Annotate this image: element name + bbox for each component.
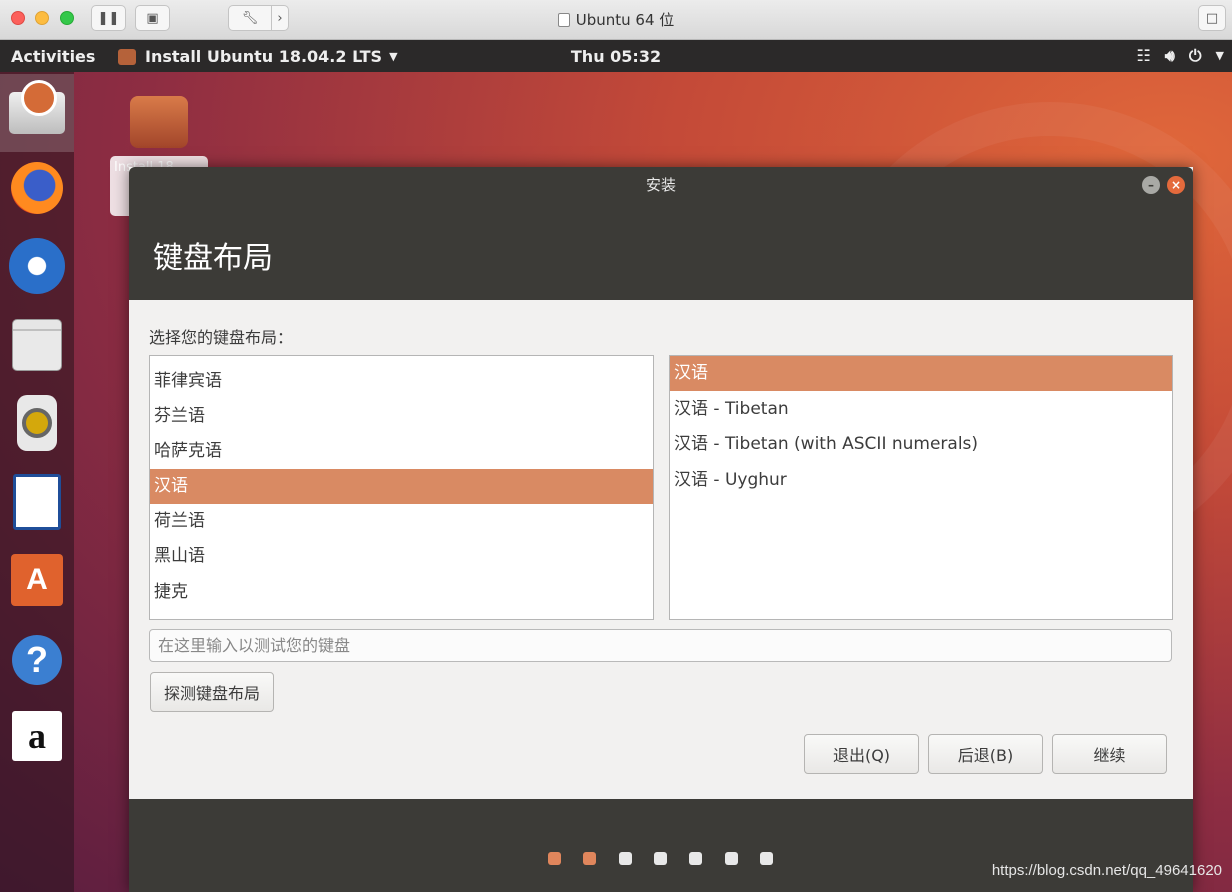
dock-rhythmbox[interactable]: [9, 395, 65, 451]
progress-dot: [583, 852, 596, 865]
progress-dot: [619, 852, 632, 865]
variant-row-selected[interactable]: 汉语: [670, 356, 1172, 391]
thunderbird-icon: [9, 238, 65, 294]
host-titlebar: ❚❚ ▣ 🔧︎ › Ubuntu 64 位 □: [0, 0, 1232, 40]
help-icon: ?: [12, 635, 62, 685]
clock[interactable]: Thu 05:32: [0, 47, 1232, 66]
page-header: 键盘布局: [129, 203, 1193, 300]
progress-dot: [725, 852, 738, 865]
power-icon: ⏻︎: [1188, 46, 1202, 65]
software-center-icon: A: [11, 554, 63, 606]
installer-icon: [130, 96, 188, 148]
window-title: 安装: [645, 176, 676, 194]
progress-dot: [760, 852, 773, 865]
dock-files[interactable]: [9, 317, 65, 373]
progress-dot: [689, 852, 702, 865]
quit-button[interactable]: 退出(Q): [804, 734, 919, 774]
minimize-button[interactable]: –: [1142, 176, 1160, 194]
variant-list[interactable]: 汉语 汉语 - Tibetan 汉语 - Tibetan (with ASCII…: [669, 355, 1173, 620]
minimize-icon: –: [1148, 178, 1154, 192]
layout-row[interactable]: 捷克: [150, 575, 653, 610]
close-button[interactable]: ×: [1167, 176, 1185, 194]
rhythmbox-icon: [17, 395, 57, 451]
back-button[interactable]: 后退(B): [928, 734, 1043, 774]
layout-row-selected[interactable]: 汉语: [150, 469, 653, 504]
host-window-title: Ubuntu 64 位: [0, 9, 1232, 30]
firefox-icon: [11, 162, 63, 214]
dock: A ? a: [0, 72, 74, 892]
layout-row[interactable]: 黑山语: [150, 539, 653, 574]
watermark: https://blog.csdn.net/qq_49641620: [991, 862, 1222, 879]
amazon-icon: a: [12, 711, 62, 761]
volume-icon: 🔊︎: [1164, 46, 1175, 65]
detect-layout-button[interactable]: 探测键盘布局: [150, 672, 274, 712]
dock-software-center[interactable]: A: [9, 552, 65, 608]
progress-dot: [654, 852, 667, 865]
close-icon: ×: [1170, 178, 1182, 192]
keyboard-test-input[interactable]: [149, 629, 1172, 662]
installer-icon: [9, 80, 65, 134]
network-icon: ☷: [1136, 46, 1151, 65]
writer-icon: [13, 474, 61, 530]
clipped-row: — —: [154, 356, 191, 358]
variant-row[interactable]: 汉语 - Tibetan (with ASCII numerals): [670, 427, 1172, 462]
layout-list[interactable]: — — 菲律宾语 芬兰语 哈萨克语 汉语 荷兰语 黑山语 捷克: [149, 355, 654, 620]
chevron-down-icon: ▼: [1215, 49, 1224, 62]
dock-help[interactable]: ?: [9, 632, 65, 688]
variant-row[interactable]: 汉语 - Tibetan: [670, 392, 1172, 427]
page-title: 键盘布局: [153, 241, 273, 276]
layout-row[interactable]: 菲律宾语: [150, 364, 653, 399]
dock-writer[interactable]: [9, 474, 65, 530]
dock-amazon[interactable]: a: [9, 708, 65, 764]
dock-installer[interactable]: [0, 74, 74, 152]
layout-row[interactable]: 荷兰语: [150, 504, 653, 539]
files-icon: [12, 319, 62, 371]
layout-row[interactable]: 哈萨克语: [150, 434, 653, 469]
fullscreen-icon: □: [1205, 10, 1219, 26]
variant-row[interactable]: 汉语 - Uyghur: [670, 463, 1172, 498]
installer-window: 安装 – × 键盘布局 选择您的键盘布局： — — 菲律宾语 芬兰语 哈萨克语 …: [129, 167, 1193, 892]
progress-dot: [548, 852, 561, 865]
layout-prompt: 选择您的键盘布局：: [149, 328, 294, 347]
window-titlebar[interactable]: 安装: [129, 167, 1193, 203]
vm-icon: [557, 13, 570, 27]
dock-thunderbird[interactable]: [9, 238, 65, 294]
system-tray[interactable]: ☷ 🔊︎ ⏻︎ ▼: [1136, 46, 1224, 66]
fullscreen-button[interactable]: □: [1198, 5, 1226, 31]
dock-firefox[interactable]: [9, 160, 65, 216]
continue-button[interactable]: 继续: [1052, 734, 1167, 774]
layout-row[interactable]: 芬兰语: [150, 399, 653, 434]
top-panel: Activities Install Ubuntu 18.04.2 LTS ▼ …: [0, 40, 1232, 72]
